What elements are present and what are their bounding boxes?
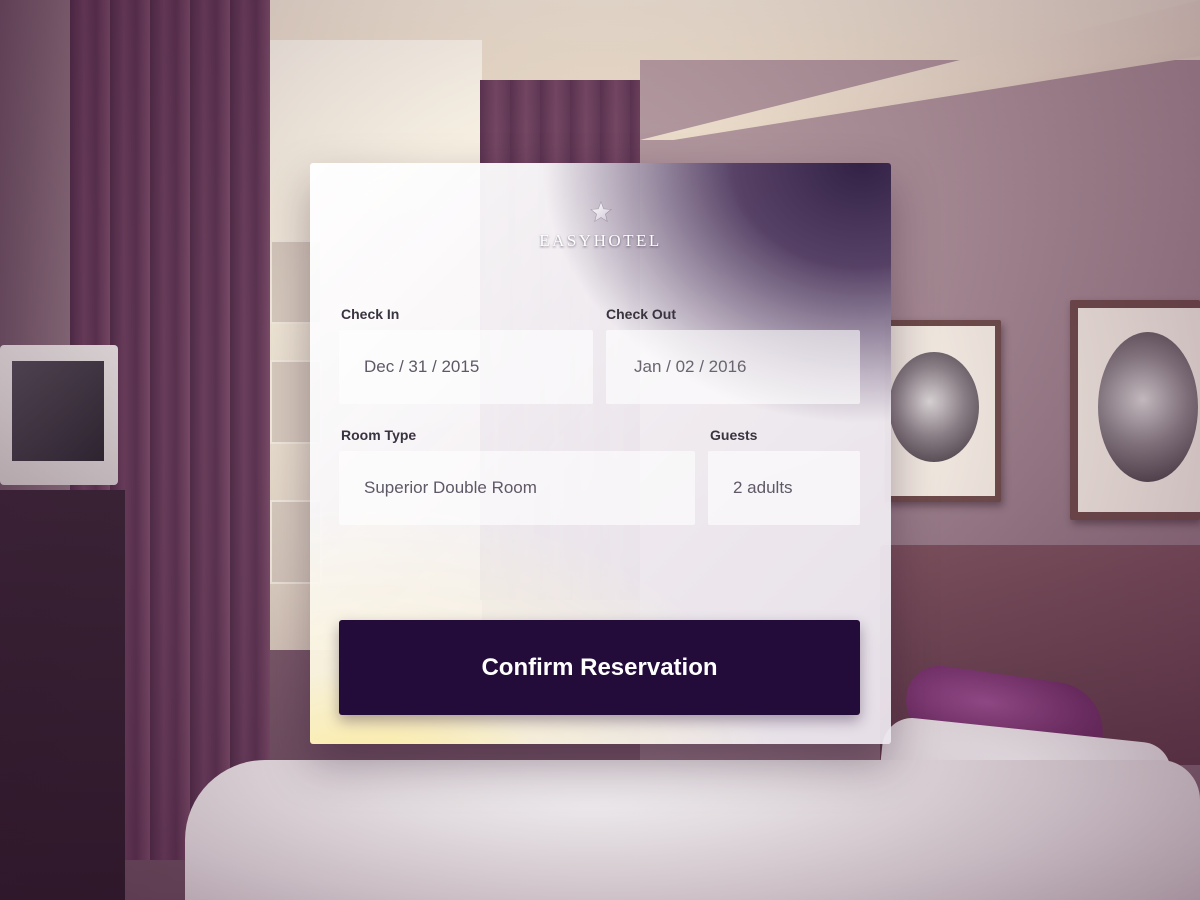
guests-label: Guests bbox=[710, 427, 758, 443]
hotel-logo: EASYHOTEL bbox=[310, 201, 891, 251]
room-type-field[interactable]: Superior Double Room bbox=[339, 451, 695, 525]
reservation-card: EASYHOTEL Check In Dec / 31 / 2015 Check… bbox=[310, 163, 891, 744]
star-icon bbox=[589, 201, 612, 223]
confirm-reservation-button[interactable]: Confirm Reservation bbox=[339, 620, 860, 715]
guests-field[interactable]: 2 adults bbox=[708, 451, 860, 525]
check-in-field[interactable]: Dec / 31 / 2015 bbox=[339, 330, 593, 404]
room-type-label: Room Type bbox=[341, 427, 417, 443]
check-out-field[interactable]: Jan / 02 / 2016 bbox=[606, 330, 860, 404]
check-out-label: Check Out bbox=[606, 306, 677, 322]
check-in-label: Check In bbox=[341, 306, 400, 322]
hotel-name: EASYHOTEL bbox=[539, 231, 662, 250]
